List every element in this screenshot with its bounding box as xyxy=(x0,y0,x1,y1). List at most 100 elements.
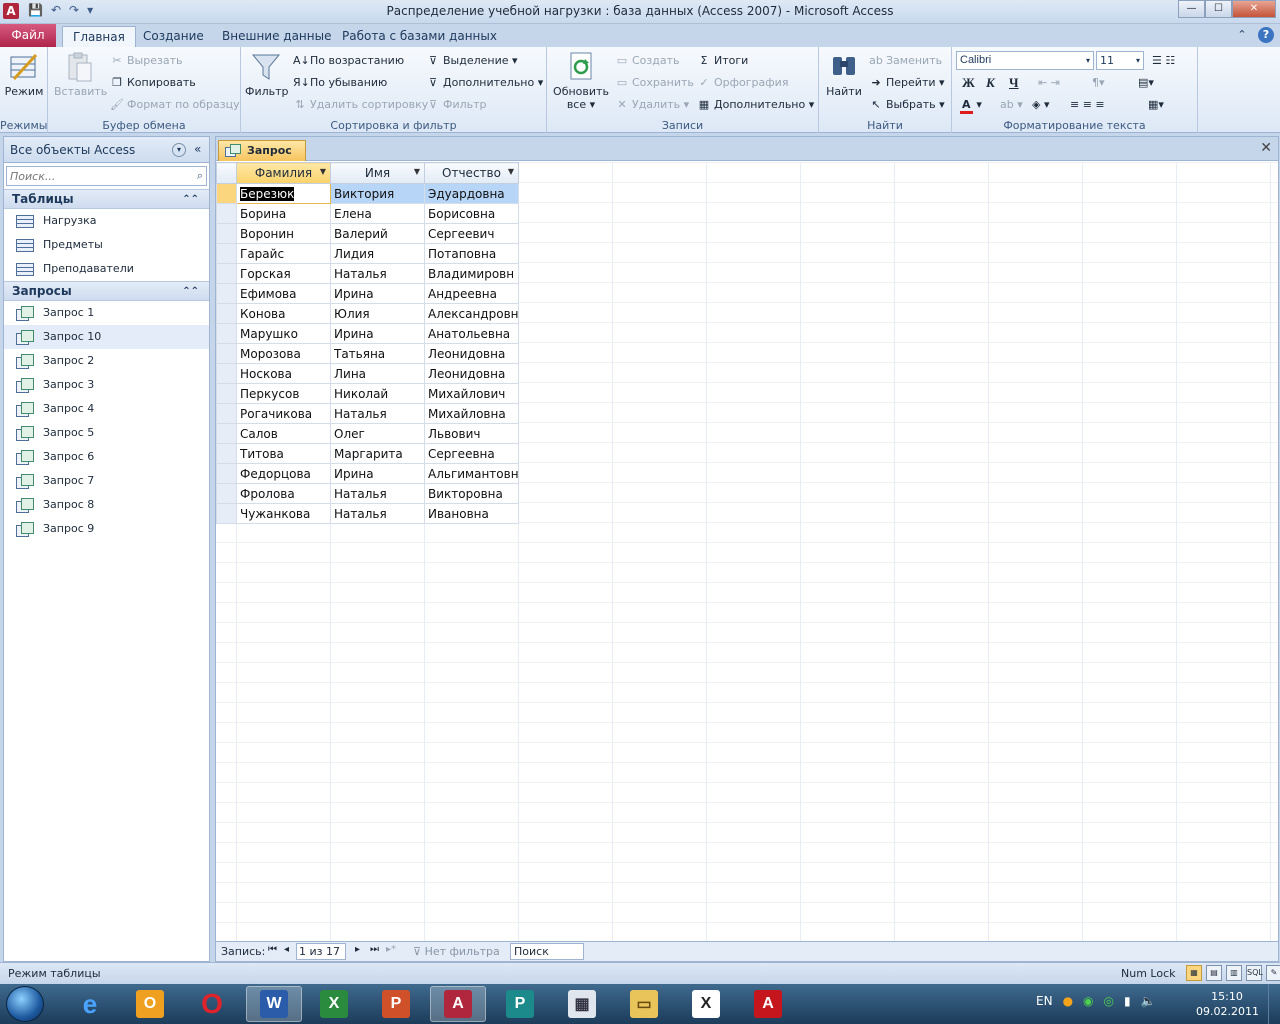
table-row[interactable]: Носкова Лина Леонидовна xyxy=(216,363,519,384)
record-selector[interactable] xyxy=(216,183,237,204)
table-cell[interactable]: Валерий xyxy=(330,223,425,244)
clock[interactable]: 15:10 09.02.2011 xyxy=(1196,989,1259,1019)
table-cell[interactable]: Викторовна xyxy=(424,483,519,504)
table-row[interactable]: Ефимова Ирина Андреевна xyxy=(216,283,519,304)
table-cell[interactable]: Рогачикова xyxy=(236,403,331,424)
nav-table-item[interactable]: Преподаватели xyxy=(4,257,209,281)
table-row[interactable]: Марушко Ирина Анатольевна xyxy=(216,323,519,344)
record-selector[interactable] xyxy=(216,403,237,424)
access-taskbar-icon[interactable]: A xyxy=(430,986,486,1022)
gridlines-icon[interactable]: ▤▾ xyxy=(1138,74,1154,92)
new-record-nav-icon[interactable]: ▸* xyxy=(386,944,396,955)
table-row[interactable]: Титова Маргарита Сергеевна xyxy=(216,443,519,464)
table-cell[interactable]: Львович xyxy=(424,423,519,444)
table-cell[interactable]: Носкова xyxy=(236,363,331,384)
indent-icon[interactable]: ⇤ ⇥ xyxy=(1038,74,1060,92)
table-cell[interactable]: Ирина xyxy=(330,283,425,304)
table-cell[interactable]: Борина xyxy=(236,203,331,224)
nav-query-item[interactable]: Запрос 6 xyxy=(4,445,209,469)
nav-pane-header[interactable]: Все объекты Access ▾ « xyxy=(4,137,209,163)
replace-button[interactable]: ab Заменить xyxy=(869,52,942,70)
record-selector[interactable] xyxy=(216,283,237,304)
file-tab[interactable]: Файл xyxy=(0,24,56,47)
table-row[interactable]: Морозова Татьяна Леонидовна xyxy=(216,343,519,364)
table-row[interactable]: Рогачикова Наталья Михайловна xyxy=(216,403,519,424)
update-icon[interactable]: ● xyxy=(1063,994,1073,1008)
show-desktop-button[interactable] xyxy=(1268,984,1280,1024)
sort-descending-button[interactable]: Я↓По убыванию xyxy=(293,74,387,92)
xml-tool-icon[interactable]: X xyxy=(678,986,734,1022)
bullets-icon[interactable]: ☰ ☷ xyxy=(1152,52,1175,70)
record-selector[interactable] xyxy=(216,243,237,264)
table-cell[interactable]: Фролова xyxy=(236,483,331,504)
column-header[interactable]: Фамилия ▼ xyxy=(236,162,331,184)
start-button-icon[interactable] xyxy=(6,986,44,1022)
chevron-down-icon[interactable]: ▾ xyxy=(172,143,186,157)
filter-status[interactable]: ⊽ Нет фильтра xyxy=(413,945,500,958)
select-button[interactable]: ↖ Выбрать ▾ xyxy=(869,96,944,114)
table-cell[interactable]: Михайлович xyxy=(424,383,519,404)
table-cell[interactable]: Федорцова xyxy=(236,463,331,484)
table-cell[interactable]: Альгимантовн xyxy=(424,463,519,484)
sql-view-button[interactable]: SQL xyxy=(1246,965,1263,981)
table-row[interactable]: Гарайс Лидия Потаповна xyxy=(216,243,519,264)
record-selector[interactable] xyxy=(216,463,237,484)
tab-external-data[interactable]: Внешние данные xyxy=(212,26,341,47)
record-selector[interactable] xyxy=(216,323,237,344)
highlight-icon[interactable]: ab ▾ xyxy=(1000,96,1023,114)
totals-button[interactable]: Σ Итоги xyxy=(697,52,749,70)
design-view-icon[interactable]: ✎ xyxy=(1266,965,1280,981)
help-icon[interactable]: ? xyxy=(1258,27,1274,43)
table-cell[interactable]: Олег xyxy=(330,423,425,444)
table-cell[interactable]: Наталья xyxy=(330,503,425,524)
align-icons[interactable]: ≡ ≡ ≡ xyxy=(1070,96,1105,114)
pivottable-view-icon[interactable]: ▤ xyxy=(1206,965,1222,981)
chevron-down-icon[interactable]: ▼ xyxy=(320,167,326,176)
view-button[interactable]: Режим xyxy=(4,51,44,98)
outlook-icon[interactable]: O xyxy=(122,986,178,1022)
volume-icon[interactable]: 🔈 xyxy=(1141,994,1156,1008)
search-icon[interactable]: ⌕ xyxy=(197,169,203,183)
close-document-icon[interactable]: ✕ xyxy=(1260,140,1272,156)
copy-button[interactable]: ❐ Копировать xyxy=(110,74,196,92)
table-row[interactable]: Чужанкова Наталья Ивановна xyxy=(216,503,519,524)
table-row[interactable]: Перкусов Николай Михайлович xyxy=(216,383,519,404)
record-selector[interactable] xyxy=(216,423,237,444)
table-cell[interactable]: Ефимова xyxy=(236,283,331,304)
eye-icon[interactable]: ◉ xyxy=(1083,994,1093,1008)
fill-color-icon[interactable]: ◈ ▾ xyxy=(1032,96,1049,114)
adobe-reader-icon[interactable]: A xyxy=(740,986,796,1022)
italic-button[interactable]: К xyxy=(986,74,995,92)
maximize-button[interactable]: ☐ xyxy=(1205,0,1232,18)
language-indicator[interactable]: EN xyxy=(1036,994,1053,1008)
nav-query-item[interactable]: Запрос 3 xyxy=(4,373,209,397)
record-selector[interactable] xyxy=(216,383,237,404)
chevron-down-icon[interactable]: ▼ xyxy=(508,167,514,176)
category-tables[interactable]: Таблицы ⌃⌃ xyxy=(4,189,209,209)
font-name-combo[interactable]: Calibri ▾ xyxy=(956,51,1094,70)
advanced-filter-button[interactable]: ⊽ Дополнительно ▾ xyxy=(426,74,543,92)
table-cell[interactable]: Лидия xyxy=(330,243,425,264)
table-cell[interactable]: Ивановна xyxy=(424,503,519,524)
record-selector[interactable] xyxy=(216,443,237,464)
chevron-down-icon[interactable]: ▼ xyxy=(414,167,420,176)
table-cell[interactable]: Михайловна xyxy=(424,403,519,424)
nav-query-item[interactable]: Запрос 2 xyxy=(4,349,209,373)
record-selector[interactable] xyxy=(216,363,237,384)
table-row[interactable]: Березюк Виктория Эдуардовна xyxy=(216,183,519,204)
tab-home[interactable]: Главная xyxy=(62,26,136,47)
tab-create[interactable]: Создание xyxy=(133,26,214,47)
datasheet-view-icon[interactable]: ▦ xyxy=(1186,965,1202,981)
record-position-field[interactable]: 1 из 17 xyxy=(296,943,346,960)
font-size-combo[interactable]: 11 ▾ xyxy=(1096,51,1144,70)
font-color-button[interactable]: A ▾ xyxy=(960,96,982,114)
table-cell[interactable]: Эдуардовна xyxy=(424,183,519,204)
table-cell[interactable]: Воронин xyxy=(236,223,331,244)
column-header[interactable]: Имя ▼ xyxy=(330,162,425,184)
table-cell[interactable]: Владимировн xyxy=(424,263,519,284)
table-cell[interactable]: Потаповна xyxy=(424,243,519,264)
table-cell[interactable]: Гарайс xyxy=(236,243,331,264)
nav-query-item[interactable]: Запрос 5 xyxy=(4,421,209,445)
toggle-filter-button[interactable]: ⊽ Фильтр xyxy=(426,96,487,114)
spelling-button[interactable]: ✓ Орфография xyxy=(697,74,788,92)
